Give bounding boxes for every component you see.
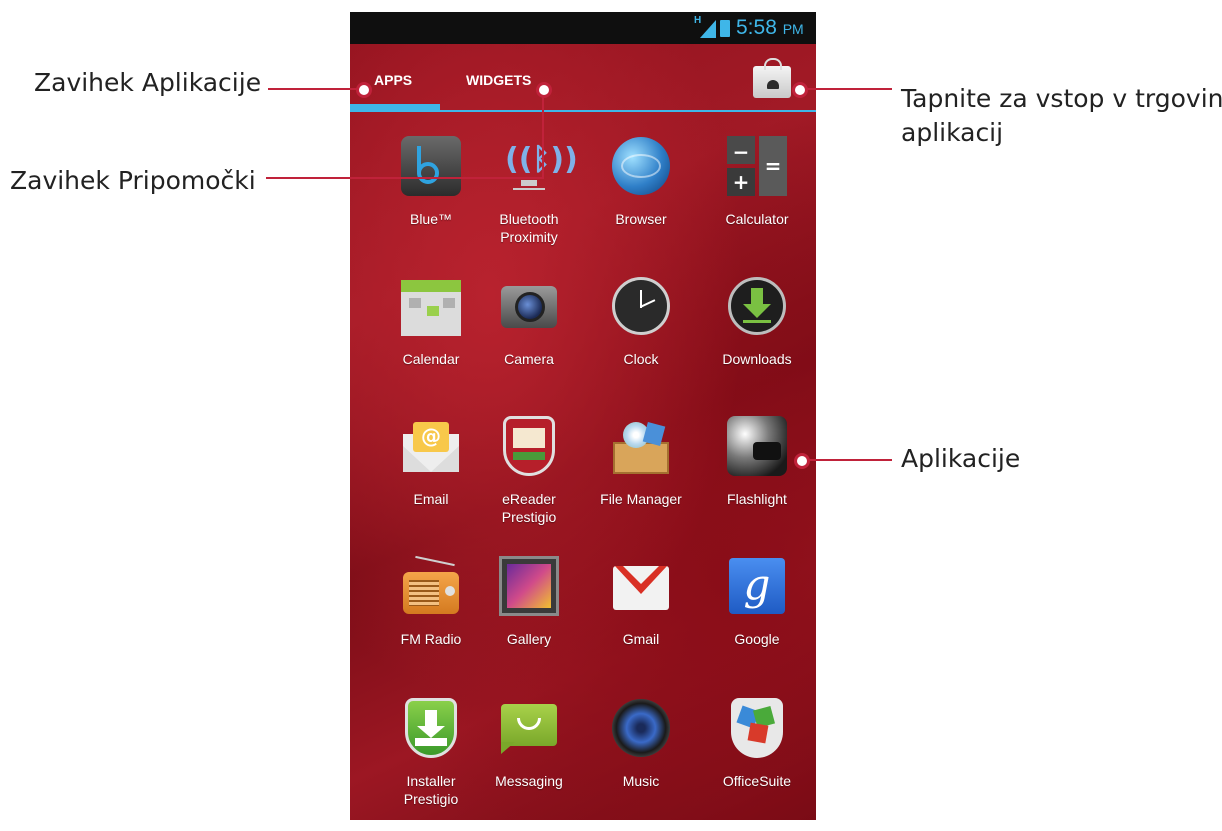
- file-manager-icon: [611, 416, 671, 476]
- app-label: Flashlight: [727, 491, 787, 507]
- app-messaging[interactable]: Messaging: [474, 698, 584, 790]
- gmail-icon: [611, 556, 671, 616]
- app-officesuite[interactable]: OfficeSuite: [702, 698, 812, 790]
- installer-icon: [401, 698, 461, 758]
- tab-widgets[interactable]: WIDGETS: [466, 72, 531, 88]
- app-camera[interactable]: Camera: [474, 276, 584, 368]
- calculator-icon: − + =: [727, 136, 787, 196]
- app-radio[interactable]: FM Radio: [376, 555, 486, 648]
- callout-dot-applications: [794, 453, 810, 469]
- email-icon: @: [401, 416, 461, 476]
- callout-vline-widgets: [542, 95, 544, 179]
- app-label: File Manager: [600, 491, 682, 507]
- app-label: OfficeSuite: [722, 773, 792, 789]
- blue-icon: [401, 136, 461, 196]
- clock-icon: [611, 276, 671, 336]
- app-label: Calculator: [725, 211, 789, 227]
- app-label: eReader Prestigio: [501, 491, 557, 525]
- app-installer[interactable]: Installer Prestigio: [376, 698, 486, 808]
- app-label: Downloads: [722, 351, 792, 367]
- app-music[interactable]: Music: [586, 698, 696, 790]
- callout-dot-widgets: [536, 82, 552, 98]
- app-label: Camera: [504, 351, 554, 367]
- app-calculator[interactable]: − + = Calculator: [702, 136, 812, 228]
- app-download[interactable]: Downloads: [702, 276, 812, 368]
- battery-icon: [720, 20, 730, 37]
- messaging-icon: [499, 698, 559, 758]
- app-bluetooth-proximity[interactable]: ((ᛒ)) Bluetooth Proximity: [474, 136, 584, 246]
- callout-line-applications: [808, 459, 892, 461]
- callout-line-apps: [268, 88, 368, 90]
- app-clock[interactable]: Clock: [586, 276, 696, 368]
- callout-line-widgets: [266, 177, 544, 179]
- app-label: Blue™: [409, 211, 453, 227]
- camera-icon: [499, 276, 559, 336]
- callout-widgets-tab: Zavihek Pripomočki: [10, 166, 256, 195]
- callout-dot-store: [792, 82, 808, 98]
- app-label: Gmail: [622, 631, 660, 647]
- phone-screen: H 5:58 PM APPS WIDGETS Blue™ ((ᛒ)) Bluetoo…: [350, 12, 816, 820]
- callout-store-line2: aplikacij: [901, 118, 1004, 147]
- gallery-icon: [499, 556, 559, 616]
- tab-apps[interactable]: APPS: [374, 72, 412, 88]
- app-label: Calendar: [402, 351, 460, 367]
- callout-dot-apps: [356, 82, 372, 98]
- app-gmail[interactable]: Gmail: [586, 556, 696, 648]
- app-label: Installer Prestigio: [403, 773, 459, 807]
- app-label: Google: [734, 631, 780, 647]
- app-label: Messaging: [495, 773, 563, 789]
- app-label: FM Radio: [400, 631, 462, 647]
- officesuite-icon: [727, 698, 787, 758]
- bluetooth-proximity-icon: ((ᛒ)): [499, 136, 578, 196]
- app-gallery[interactable]: Gallery: [474, 556, 584, 648]
- app-globe[interactable]: Browser: [586, 136, 696, 228]
- tab-bar: APPS WIDGETS: [350, 44, 816, 112]
- callout-line-store: [800, 88, 892, 90]
- app-label: Gallery: [506, 631, 552, 647]
- callout-store-line1: Tapnite za vstop v trgovino: [901, 84, 1222, 113]
- callout-apps-tab: Zavihek Aplikacije: [34, 68, 262, 97]
- globe-icon: [611, 136, 671, 196]
- calendar-icon: [401, 276, 461, 336]
- download-icon: [727, 276, 787, 336]
- callout-applications: Aplikacije: [901, 444, 1021, 473]
- app-calendar[interactable]: Calendar: [376, 276, 486, 368]
- app-ereader[interactable]: eReader Prestigio: [474, 416, 584, 526]
- app-label: Browser: [615, 211, 667, 227]
- app-label: Clock: [623, 351, 659, 367]
- callout-store: Tapnite za vstop v trgovino aplikacij: [901, 82, 1222, 150]
- app-label: Music: [622, 773, 660, 789]
- app-file-manager[interactable]: File Manager: [586, 416, 696, 508]
- ereader-icon: [499, 416, 559, 476]
- google-icon: g: [727, 556, 787, 616]
- status-bar: H 5:58 PM: [350, 12, 816, 44]
- play-store-bag-icon[interactable]: [753, 58, 791, 98]
- tab-indicator: [350, 104, 440, 110]
- status-time: 5:58 PM: [736, 16, 804, 39]
- app-blue[interactable]: Blue™: [376, 136, 486, 228]
- app-label: Bluetooth Proximity: [499, 211, 559, 245]
- music-icon: [611, 698, 671, 758]
- app-email[interactable]: @ Email: [376, 416, 486, 508]
- radio-icon: [401, 555, 461, 616]
- flashlight-icon: [727, 416, 787, 476]
- app-google[interactable]: g Google: [702, 556, 812, 648]
- signal-icon: [700, 20, 716, 38]
- app-label: Email: [413, 491, 449, 507]
